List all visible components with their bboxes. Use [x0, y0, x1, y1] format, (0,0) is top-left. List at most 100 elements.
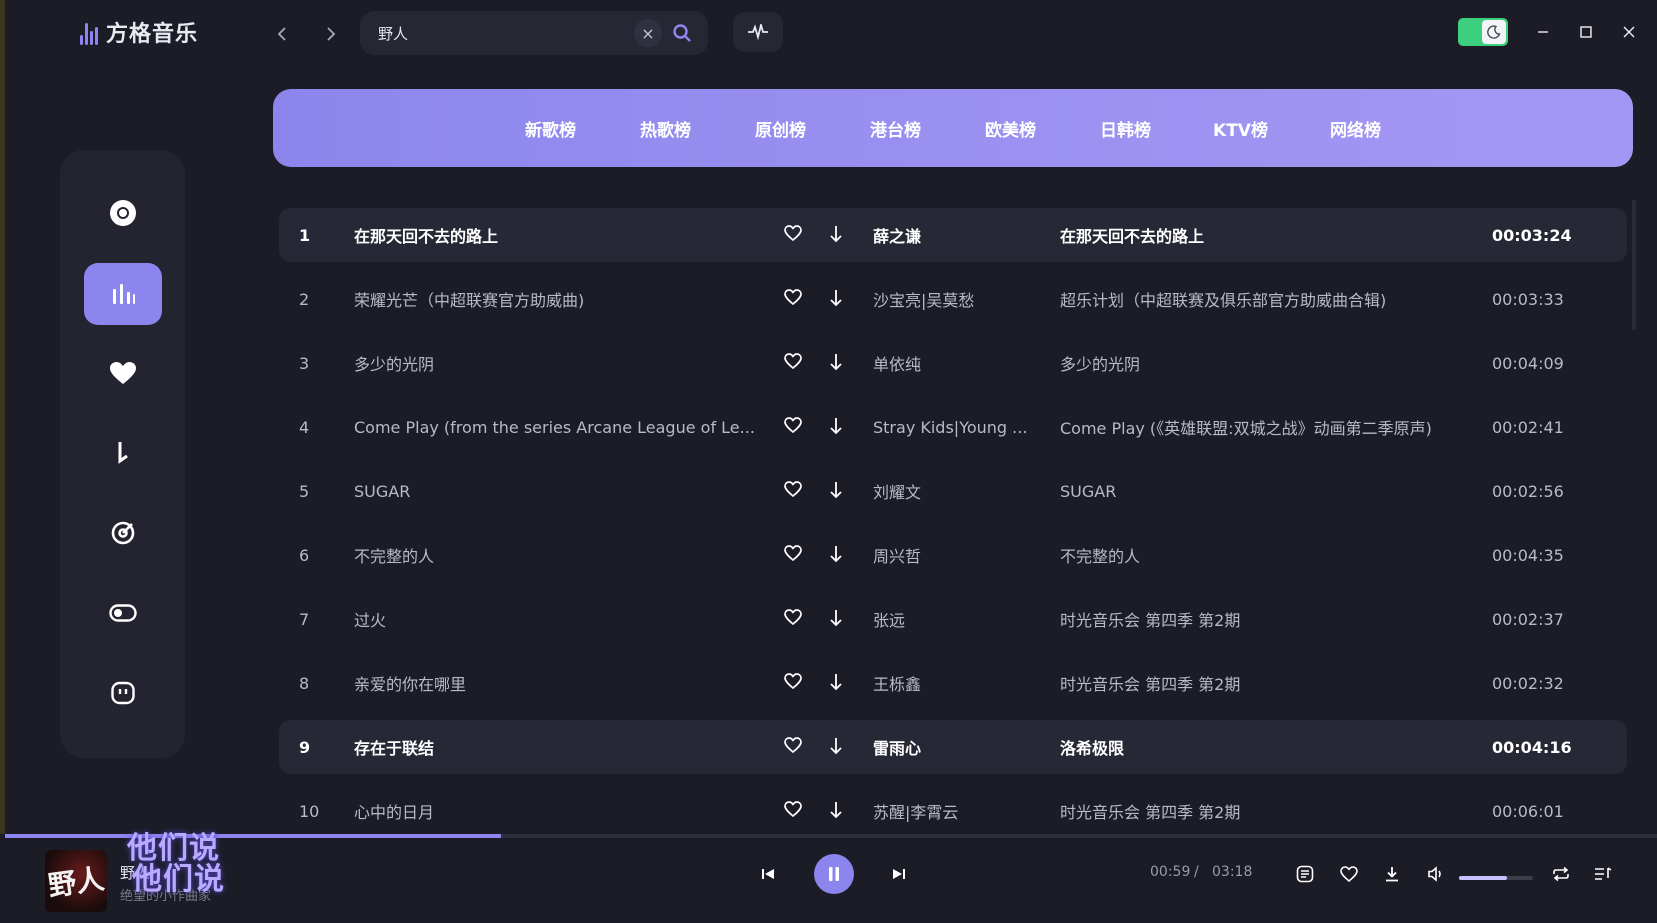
download-arrow-icon[interactable] — [828, 737, 848, 757]
download-arrow-icon[interactable] — [828, 417, 848, 437]
track-artist[interactable]: 张远 — [873, 607, 1043, 631]
track-artist[interactable]: 雷雨心 — [873, 735, 1043, 759]
forward-button[interactable] — [318, 22, 342, 46]
track-title[interactable]: 存在于联结 — [354, 735, 754, 759]
volume-slider-fill[interactable] — [1459, 876, 1507, 880]
track-album[interactable]: 时光音乐会 第四季 第2期 — [1060, 607, 1460, 631]
tab-internet[interactable]: 网络榜 — [1298, 116, 1413, 141]
tab-hot-songs[interactable]: 热歌榜 — [608, 116, 723, 141]
track-title[interactable]: Come Play (from the series Arcane League… — [354, 418, 754, 437]
track-row[interactable]: 10 心中的日月 苏醒|李霄云 时光音乐会 第四季 第2期 00:06:01 — [279, 784, 1627, 834]
track-row[interactable]: 1 在那天回不去的路上 薛之谦 在那天回不去的路上 00:03:24 — [279, 208, 1627, 262]
track-title[interactable]: 过火 — [354, 607, 754, 631]
chart-bars-icon — [113, 284, 135, 304]
sidebar-item-charts[interactable] — [84, 263, 162, 325]
track-title[interactable]: 荣耀光芒（中超联赛官方助威曲) — [354, 287, 754, 311]
track-album[interactable]: 超乐计划（中超联赛及俱乐部官方助威曲合辑) — [1060, 287, 1460, 311]
track-title[interactable]: 在那天回不去的路上 — [354, 223, 754, 247]
sidebar-item-settings[interactable] — [84, 582, 162, 644]
track-album[interactable]: 洛希极限 — [1060, 735, 1460, 759]
track-row[interactable]: 7 过火 张远 时光音乐会 第四季 第2期 00:02:37 — [279, 592, 1627, 646]
track-row[interactable]: 6 不完整的人 周兴哲 不完整的人 00:04:35 — [279, 528, 1627, 582]
theme-toggle[interactable] — [1458, 18, 1508, 46]
track-row[interactable]: 4 Come Play (from the series Arcane Leagu… — [279, 400, 1627, 454]
track-title[interactable]: 心中的日月 — [354, 799, 754, 823]
track-artist[interactable]: 苏醒|李霄云 — [873, 799, 1043, 823]
next-track-button[interactable] — [888, 863, 910, 885]
heart-outline-icon[interactable] — [784, 225, 804, 245]
play-pause-button[interactable] — [814, 854, 854, 894]
volume-button[interactable] — [1425, 863, 1447, 885]
tab-new-songs[interactable]: 新歌榜 — [493, 116, 608, 141]
tab-hk-tw[interactable]: 港台榜 — [838, 116, 953, 141]
tab-original[interactable]: 原创榜 — [723, 116, 838, 141]
sidebar-item-radio[interactable] — [84, 502, 162, 564]
track-album[interactable]: 时光音乐会 第四季 第2期 — [1060, 799, 1460, 823]
track-list-scrollbar[interactable] — [1632, 200, 1636, 330]
track-title[interactable]: 亲爱的你在哪里 — [354, 671, 754, 695]
heart-outline-icon[interactable] — [784, 545, 804, 565]
download-arrow-icon[interactable] — [828, 289, 848, 309]
track-artist[interactable]: 沙宝亮|吴莫愁 — [873, 287, 1043, 311]
download-arrow-icon[interactable] — [828, 481, 848, 501]
playlist-button[interactable] — [1592, 863, 1614, 885]
track-title[interactable]: SUGAR — [354, 482, 754, 501]
track-artist[interactable]: 刘耀文 — [873, 479, 1043, 503]
search-input[interactable]: 野人 — [378, 23, 634, 44]
track-album[interactable]: 时光音乐会 第四季 第2期 — [1060, 671, 1460, 695]
download-arrow-icon[interactable] — [828, 609, 848, 629]
sidebar-item-local-music[interactable] — [84, 422, 162, 484]
heart-outline-icon[interactable] — [784, 673, 804, 693]
sidebar-item-favorites[interactable] — [84, 342, 162, 404]
maximize-button[interactable] — [1574, 20, 1598, 44]
track-artist[interactable]: 薛之谦 — [873, 223, 1043, 247]
tab-jp-kr[interactable]: 日韩榜 — [1068, 116, 1183, 141]
download-arrow-icon[interactable] — [828, 353, 848, 373]
track-title[interactable]: 多少的光阴 — [354, 351, 754, 375]
heart-outline-icon[interactable] — [784, 481, 804, 501]
heart-outline-icon[interactable] — [784, 609, 804, 629]
download-arrow-icon[interactable] — [828, 225, 848, 245]
track-artist[interactable]: 周兴哲 — [873, 543, 1043, 567]
download-arrow-icon[interactable] — [828, 673, 848, 693]
minimize-button[interactable] — [1531, 20, 1555, 44]
heart-outline-icon[interactable] — [784, 289, 804, 309]
track-row[interactable]: 5 SUGAR 刘耀文 SUGAR 00:02:56 — [279, 464, 1627, 518]
track-title[interactable]: 不完整的人 — [354, 543, 754, 567]
track-artist[interactable]: Stray Kids|Young ... — [873, 418, 1043, 437]
search-icon[interactable] — [668, 19, 696, 47]
close-button[interactable] — [1617, 20, 1641, 44]
album-cover[interactable]: 野人 — [45, 850, 107, 912]
track-row[interactable]: 3 多少的光阴 单依纯 多少的光阴 00:04:09 — [279, 336, 1627, 390]
repeat-mode-button[interactable] — [1550, 863, 1572, 885]
download-arrow-icon[interactable] — [828, 801, 848, 821]
audio-visualizer-button[interactable] — [733, 12, 783, 52]
track-artist[interactable]: 王栎鑫 — [873, 671, 1043, 695]
clear-search-icon[interactable]: × — [634, 19, 662, 47]
track-row[interactable]: 9 存在于联结 雷雨心 洛希极限 00:04:16 — [279, 720, 1627, 774]
track-album[interactable]: SUGAR — [1060, 482, 1460, 501]
sidebar-item-about[interactable] — [84, 662, 162, 724]
track-album[interactable]: 在那天回不去的路上 — [1060, 223, 1460, 247]
heart-outline-icon[interactable] — [784, 417, 804, 437]
download-current-button[interactable] — [1381, 863, 1403, 885]
track-row[interactable]: 8 亲爱的你在哪里 王栎鑫 时光音乐会 第四季 第2期 00:02:32 — [279, 656, 1627, 710]
tab-ktv[interactable]: KTV榜 — [1183, 116, 1298, 141]
previous-track-button[interactable] — [757, 863, 779, 885]
heart-outline-icon[interactable] — [784, 737, 804, 757]
track-artist[interactable]: 单依纯 — [873, 351, 1043, 375]
playback-progress-fill[interactable] — [5, 834, 501, 838]
heart-outline-icon[interactable] — [784, 353, 804, 373]
download-arrow-icon[interactable] — [828, 545, 848, 565]
like-current-button[interactable] — [1338, 863, 1360, 885]
track-row[interactable]: 2 荣耀光芒（中超联赛官方助威曲) 沙宝亮|吴莫愁 超乐计划（中超联赛及俱乐部官方助威… — [279, 272, 1627, 326]
back-button[interactable] — [271, 22, 295, 46]
track-album[interactable]: 多少的光阴 — [1060, 351, 1460, 375]
tab-western[interactable]: 欧美榜 — [953, 116, 1068, 141]
heart-outline-icon[interactable] — [784, 801, 804, 821]
lyrics-button[interactable] — [1294, 863, 1316, 885]
sidebar-item-discover[interactable] — [84, 182, 162, 244]
track-album[interactable]: 不完整的人 — [1060, 543, 1460, 567]
search-box[interactable]: 野人 × — [360, 11, 708, 55]
track-album[interactable]: Come Play (《英雄联盟:双城之战》动画第二季原声) — [1060, 415, 1460, 439]
